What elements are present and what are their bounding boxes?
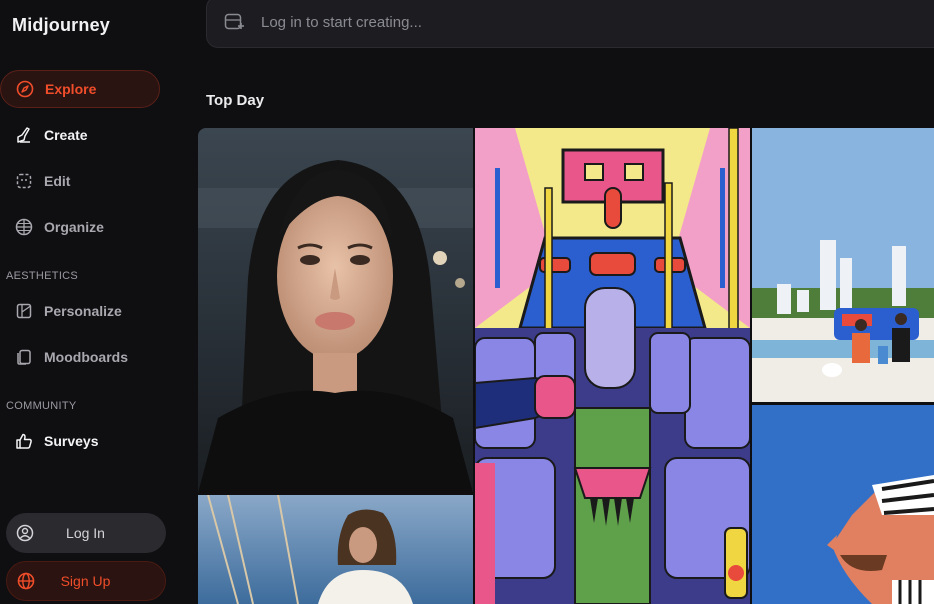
sidebar-item-personalize[interactable]: Personalize [0,292,160,330]
sidebar-item-moodboards[interactable]: Moodboards [0,338,160,376]
globe-icon [16,571,36,591]
prompt-placeholder: Log in to start creating... [261,13,422,31]
signup-label: Sign Up [60,573,111,589]
sidebar-item-label: Moodboards [44,349,128,365]
gallery-image-city-beach[interactable] [752,128,934,402]
sidebar-item-organize[interactable]: Organize [0,208,160,246]
sidebar-item-label: Personalize [44,303,122,319]
user-icon [15,523,35,543]
app-logo[interactable]: Midjourney [12,15,110,36]
sidebar-item-label: Explore [45,81,97,97]
sidebar-item-edit[interactable]: Edit [0,162,160,200]
signup-button[interactable]: Sign Up [6,561,166,601]
add-image-icon[interactable] [223,11,245,33]
section-heading-community: COMMUNITY [6,400,77,412]
sidebar-item-label: Edit [44,173,71,189]
gallery-image-portrait[interactable] [198,128,473,493]
prompt-input[interactable]: Log in to start creating... [206,0,934,48]
gallery-image-sailing[interactable] [198,495,473,604]
gallery-image-illustrated-man[interactable] [752,405,934,604]
section-title: Top Day [206,92,265,109]
sidebar-item-explore[interactable]: Explore [0,70,160,108]
login-button[interactable]: Log In [6,513,166,553]
login-label: Log In [66,525,105,541]
section-heading-aesthetics: AESTHETICS [6,270,79,282]
sidebar-item-label: Organize [44,219,104,235]
edit-frame-icon [14,171,34,191]
personalize-icon [14,301,34,321]
moodboards-icon [14,347,34,367]
gallery-image-bus-illustration[interactable] [475,128,750,604]
sidebar: Midjourney Explore Create Edit Organize … [0,0,178,604]
sidebar-item-create[interactable]: Create [0,116,160,154]
paintbrush-icon [14,125,34,145]
grid-globe-icon [14,217,34,237]
thumbs-up-icon [14,431,34,451]
compass-icon [15,79,35,99]
sidebar-item-label: Surveys [44,433,99,449]
sidebar-item-label: Create [44,127,88,143]
sidebar-item-surveys[interactable]: Surveys [0,422,160,460]
